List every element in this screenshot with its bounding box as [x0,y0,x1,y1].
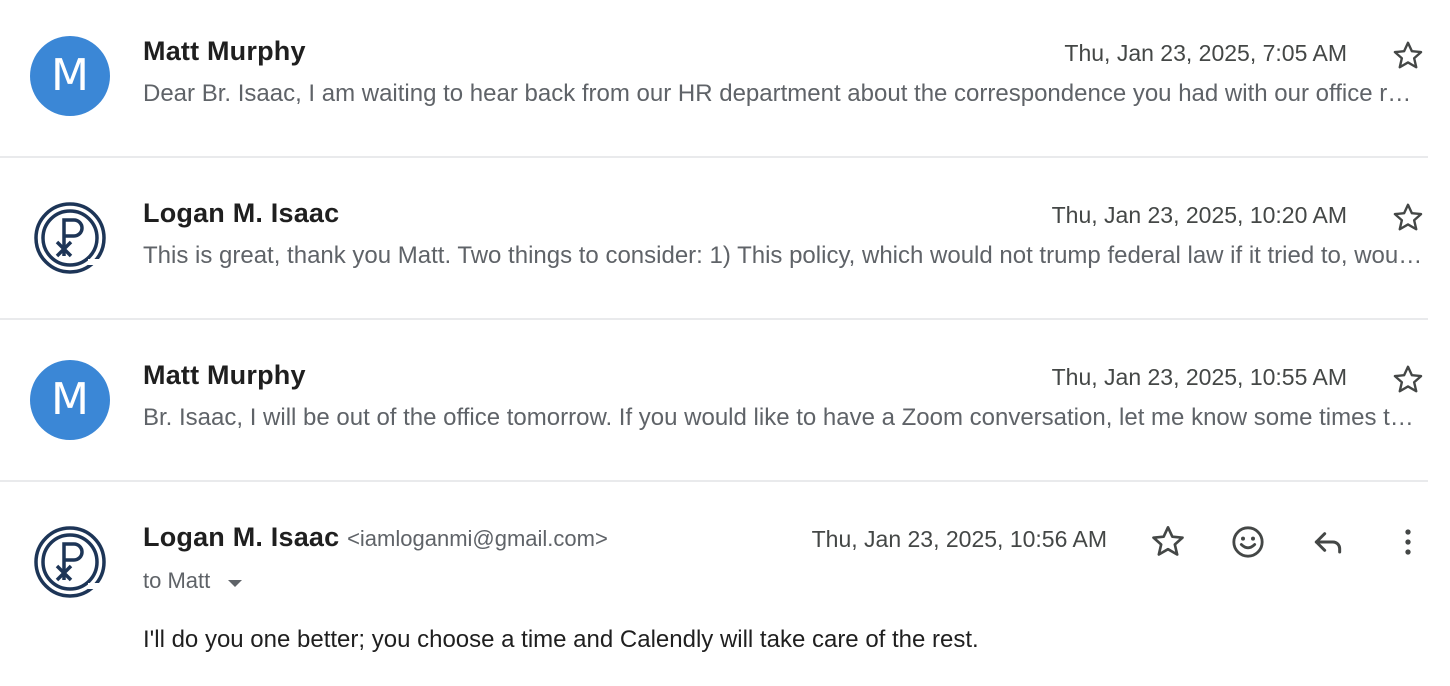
sender-line: Logan M. Isaac <iamloganmi@gmail.com> [143,522,608,553]
more-vertical-icon[interactable] [1388,522,1428,562]
message-date: Thu, Jan 23, 2025, 10:20 AM [1051,202,1347,228]
star-icon[interactable] [1390,200,1426,236]
message-snippet: Dear Br. Isaac, I am waiting to hear bac… [143,80,1423,107]
collapsed-message[interactable]: M Matt Murphy Thu, Jan 23, 2025, 7:05 AM… [0,0,1450,162]
chevron-down-icon[interactable] [226,569,244,595]
star-icon[interactable] [1148,522,1188,562]
message-date: Thu, Jan 23, 2025, 10:55 AM [1051,364,1347,390]
sender-email: <iamloganmi@gmail.com> [347,526,608,551]
message-date: Thu, Jan 23, 2025, 7:05 AM [1064,40,1347,66]
divider [0,318,1428,320]
avatar: M [30,360,110,440]
chi-rho-logo-icon [30,198,110,278]
sender-name: Logan M. Isaac [143,198,340,228]
message-date: Thu, Jan 23, 2025, 10:56 AM [811,526,1107,552]
divider [0,480,1428,482]
message-snippet: This is great, thank you Matt. Two thing… [143,242,1423,269]
recipients-label: to Matt [143,568,211,593]
divider [0,156,1428,158]
message-snippet: Br. Isaac, I will be out of the office t… [143,404,1423,431]
expanded-message: Logan M. Isaac <iamloganmi@gmail.com> Th… [0,486,1450,686]
message-body: I'll do you one better; you choose a tim… [143,626,979,653]
sender-name: Logan M. Isaac [143,522,340,552]
sender-name: Matt Murphy [143,360,306,390]
chi-rho-logo-icon [30,522,110,602]
emoji-reaction-icon[interactable] [1228,522,1268,562]
email-thread: M Matt Murphy Thu, Jan 23, 2025, 7:05 AM… [0,0,1450,653]
sender-name: Matt Murphy [143,36,306,66]
avatar: M [30,36,110,116]
reply-icon[interactable] [1308,522,1348,562]
collapsed-message[interactable]: Logan M. Isaac Thu, Jan 23, 2025, 10:20 … [0,162,1450,324]
star-icon[interactable] [1390,362,1426,398]
star-icon[interactable] [1390,38,1426,74]
recipients-toggle[interactable]: to Matt [143,568,244,595]
collapsed-message[interactable]: M Matt Murphy Thu, Jan 23, 2025, 10:55 A… [0,324,1450,486]
